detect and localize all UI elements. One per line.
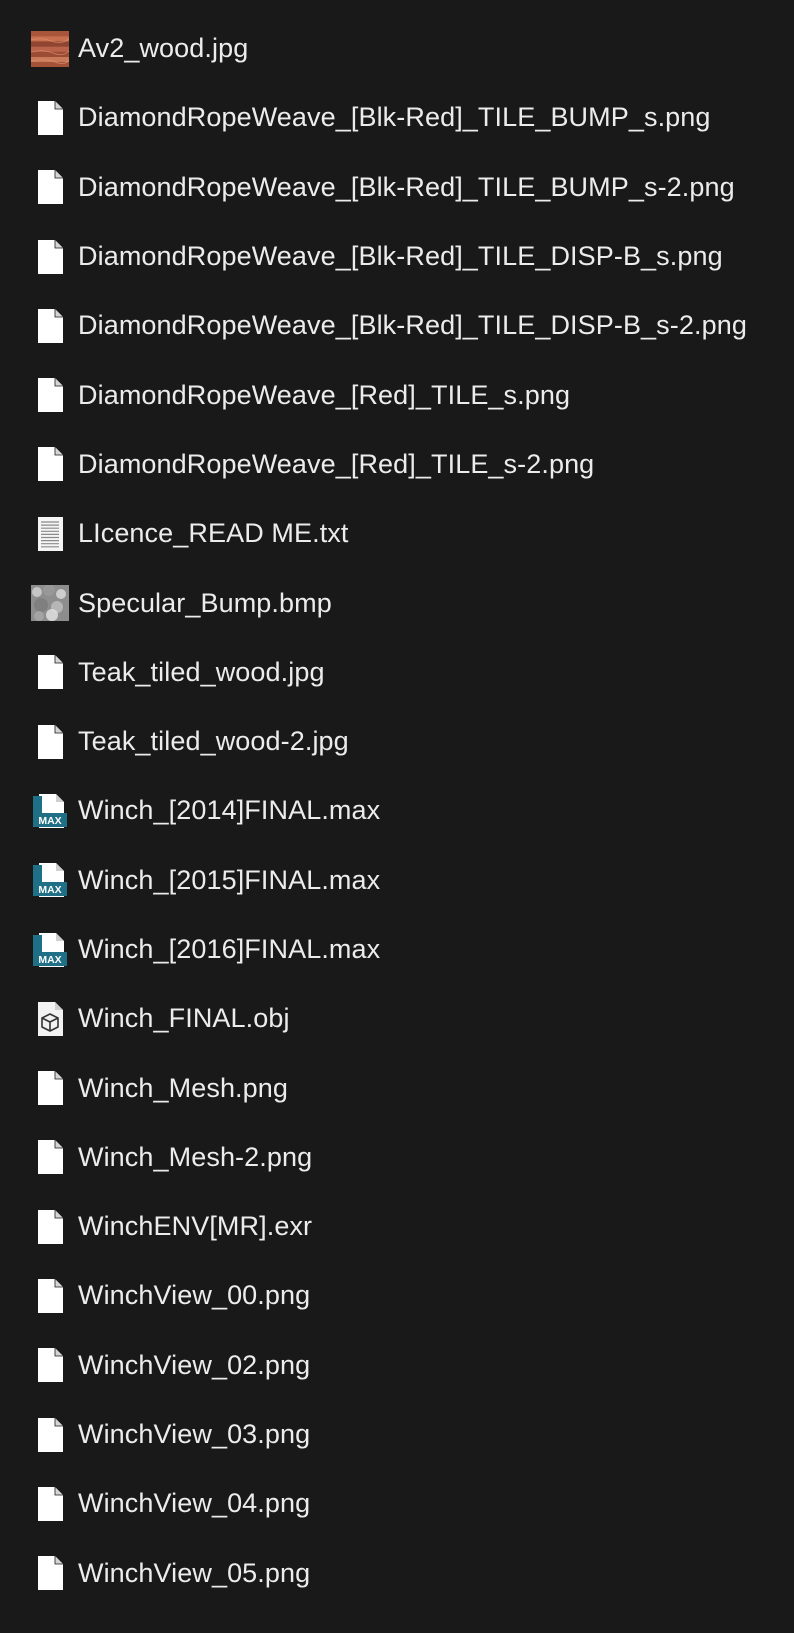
3d-object-file-icon (30, 999, 70, 1039)
file-row[interactable]: DiamondRopeWeave_[Red]_TILE_s-2.png (0, 430, 794, 499)
file-name: Av2_wood.jpg (78, 33, 249, 64)
file-name: DiamondRopeWeave_[Blk-Red]_TILE_DISP-B_s… (78, 241, 723, 272)
file-icon (30, 1553, 70, 1593)
file-row[interactable]: DiamondRopeWeave_[Blk-Red]_TILE_BUMP_s-2… (0, 153, 794, 222)
file-row[interactable]: WinchView_00.png (0, 1261, 794, 1330)
max-file-icon: MAX (30, 930, 70, 970)
file-icon (30, 1137, 70, 1177)
file-name: DiamondRopeWeave_[Red]_TILE_s-2.png (78, 448, 595, 479)
file-row[interactable]: WinchView_04.png (0, 1469, 794, 1538)
file-name: DiamondRopeWeave_[Blk-Red]_TILE_BUMP_s.p… (78, 102, 711, 133)
file-row[interactable]: DiamondRopeWeave_[Blk-Red]_TILE_DISP-B_s… (0, 291, 794, 360)
file-icon (30, 1207, 70, 1247)
file-name: WinchView_04.png (78, 1488, 311, 1519)
file-row[interactable]: Teak_tiled_wood-2.jpg (0, 707, 794, 776)
file-name: WinchView_02.png (78, 1349, 311, 1380)
file-row[interactable]: Av2_wood.jpg (0, 14, 794, 83)
file-row[interactable]: WinchView_05.png (0, 1539, 794, 1608)
file-icon (30, 1276, 70, 1316)
file-icon (30, 306, 70, 346)
file-icon (30, 722, 70, 762)
file-icon (30, 1415, 70, 1455)
file-name: Winch_Mesh.png (78, 1072, 289, 1103)
file-row[interactable]: Teak_tiled_wood.jpg (0, 638, 794, 707)
file-name: Winch_FINAL.obj (78, 1003, 290, 1034)
file-icon (30, 1345, 70, 1385)
file-name: WinchView_05.png (78, 1557, 311, 1588)
file-row[interactable]: WinchENV[MR].exr (0, 1192, 794, 1261)
max-file-icon: MAX (30, 860, 70, 900)
svg-text:MAX: MAX (38, 884, 61, 896)
file-name: Winch_[2014]FINAL.max (78, 795, 381, 826)
file-row[interactable]: MAX Winch_[2016]FINAL.max (0, 915, 794, 984)
bump-thumbnail-icon (30, 583, 70, 623)
file-icon (30, 444, 70, 484)
file-name: Winch_Mesh-2.png (78, 1141, 313, 1172)
file-row[interactable]: Winch_Mesh.png (0, 1053, 794, 1122)
file-row[interactable]: Winch_Mesh-2.png (0, 1123, 794, 1192)
file-name: Winch_[2016]FINAL.max (78, 934, 381, 964)
file-name: DiamondRopeWeave_[Red]_TILE_s.png (78, 379, 571, 410)
file-name: WinchView_03.png (78, 1419, 311, 1450)
file-row[interactable]: WinchView_02.png (0, 1331, 794, 1400)
file-icon (30, 237, 70, 277)
file-name: Teak_tiled_wood-2.jpg (78, 726, 349, 757)
max-file-icon: MAX (30, 791, 70, 831)
svg-text:MAX: MAX (38, 815, 61, 827)
file-icon (30, 1068, 70, 1108)
file-name: Specular_Bump.bmp (78, 587, 332, 618)
file-icon (30, 98, 70, 138)
file-name: Winch_[2015]FINAL.max (78, 864, 381, 895)
file-row[interactable]: MAX Winch_[2015]FINAL.max (0, 846, 794, 915)
file-row[interactable]: MAX Winch_[2014]FINAL.max (0, 776, 794, 845)
file-icon (30, 167, 70, 207)
file-name: LIcence_READ ME.txt (78, 518, 349, 549)
file-row[interactable]: DiamondRopeWeave_[Blk-Red]_TILE_DISP-B_s… (0, 222, 794, 291)
svg-text:MAX: MAX (38, 954, 61, 966)
file-icon (30, 1484, 70, 1524)
file-name: Teak_tiled_wood.jpg (78, 656, 325, 687)
file-icon (30, 652, 70, 692)
file-name: DiamondRopeWeave_[Blk-Red]_TILE_DISP-B_s… (78, 310, 747, 341)
file-name: WinchView_00.png (78, 1280, 311, 1311)
file-row[interactable]: DiamondRopeWeave_[Red]_TILE_s.png (0, 360, 794, 429)
file-list: Av2_wood.jpg DiamondRopeWeave_[Blk-Red]_… (0, 14, 794, 1608)
file-icon (30, 375, 70, 415)
wood-thumbnail-icon (30, 29, 70, 69)
file-row[interactable]: Specular_Bump.bmp (0, 568, 794, 637)
file-name: WinchENV[MR].exr (78, 1211, 313, 1242)
file-row[interactable]: Winch_FINAL.obj (0, 984, 794, 1053)
file-row[interactable]: LIcence_READ ME.txt (0, 499, 794, 568)
text-file-icon (30, 514, 70, 554)
file-row[interactable]: WinchView_03.png (0, 1400, 794, 1469)
file-row[interactable]: DiamondRopeWeave_[Blk-Red]_TILE_BUMP_s.p… (0, 83, 794, 152)
file-name: DiamondRopeWeave_[Blk-Red]_TILE_BUMP_s-2… (78, 171, 735, 202)
